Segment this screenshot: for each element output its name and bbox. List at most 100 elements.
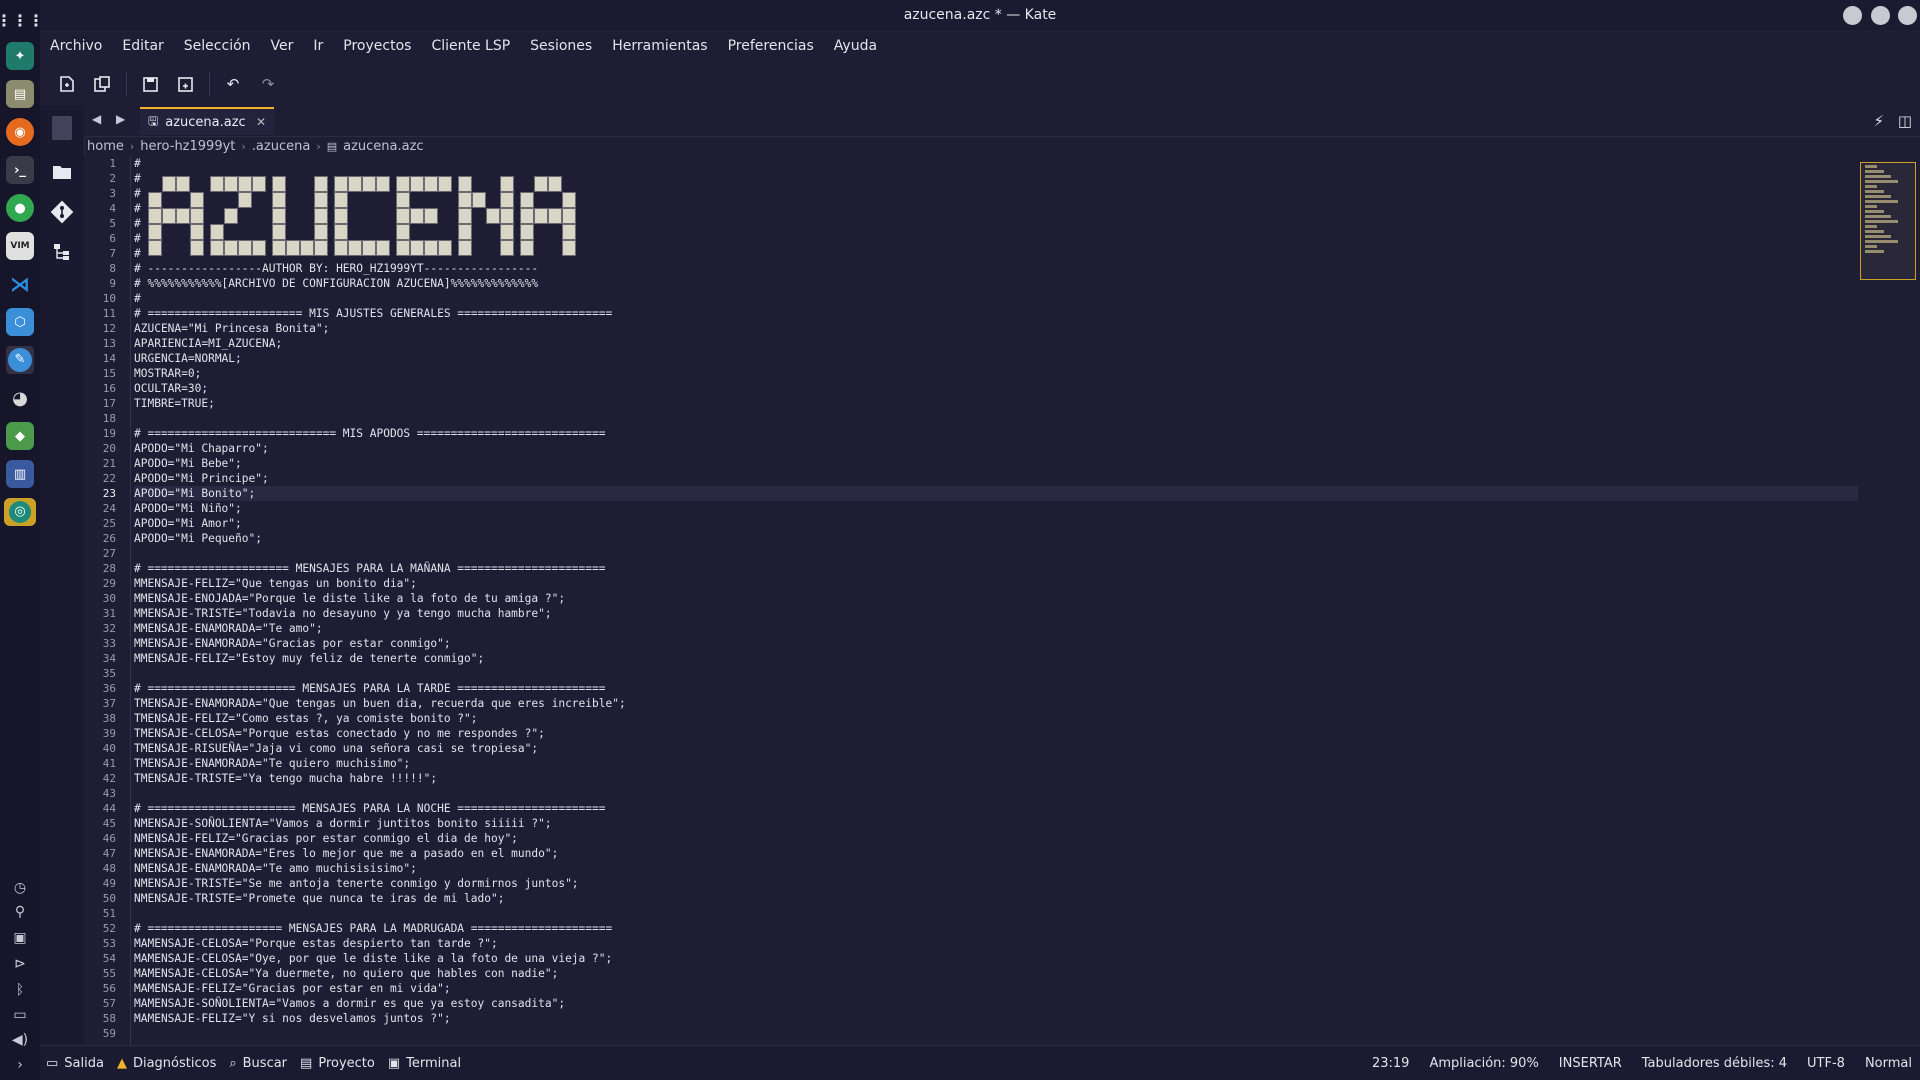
tab-close-icon[interactable]: ✕ [256, 115, 266, 129]
minimap[interactable] [1860, 162, 1916, 280]
menu-ir[interactable]: Ir [313, 38, 323, 54]
zoom-level[interactable]: Ampliación: 90% [1429, 1056, 1538, 1071]
code-line[interactable]: NMENSAJE-TRISTE="Promete que nunca te ir… [134, 891, 1858, 906]
code-line[interactable]: MAMENSAJE-CELOSA="Ya duermete, no quiero… [134, 966, 1858, 981]
code-line[interactable]: NMENSAJE-FELIZ="Gracias por estar conmig… [134, 831, 1858, 846]
code-line[interactable]: APODO="Mi Niño"; [134, 501, 1858, 516]
code-line[interactable]: MAMENSAJE-FELIZ="Y si nos desvelamos jun… [134, 1011, 1858, 1026]
menu-herramientas[interactable]: Herramientas [612, 38, 707, 54]
edit-mode[interactable]: INSERTAR [1559, 1056, 1622, 1071]
code-line[interactable]: MAMENSAJE-CELOSA="Oye, por que le diste … [134, 951, 1858, 966]
quick-action-icon[interactable]: ⚡ [1873, 112, 1884, 130]
code-line[interactable]: MMENSAJE-TRISTE="Todavia no desayuno y y… [134, 606, 1858, 621]
code-line[interactable]: # ===================== MENSAJES PARA LA… [134, 561, 1858, 576]
vim-icon[interactable]: VIM [6, 232, 34, 260]
code-line[interactable]: MAMENSAJE-SOÑOLIENTA="Vamos a dormir es … [134, 996, 1858, 1011]
nav-forward-icon[interactable]: ▶ [116, 112, 125, 126]
code-line[interactable]: MMENSAJE-ENOJADA="Porque le diste like a… [134, 591, 1858, 606]
menu-seleccion[interactable]: Selección [184, 38, 251, 54]
breadcrumb-folder[interactable]: .azucena [252, 139, 311, 154]
code-line[interactable]: TMENSAJE-FELIZ="Como estas ?, ya comiste… [134, 711, 1858, 726]
code-line[interactable]: APARIENCIA=MI_AZUCENA; [134, 336, 1858, 351]
gimp-icon[interactable]: ◕ [6, 384, 34, 412]
code-line[interactable]: APODO="Mi Chaparro"; [134, 441, 1858, 456]
code-line[interactable]: # ====================== MENSAJES PARA L… [134, 801, 1858, 816]
code-line[interactable]: MMENSAJE-ENAMORADA="Gracias por estar co… [134, 636, 1858, 651]
code-line[interactable]: TMENSAJE-CELOSA="Porque estas conectado … [134, 726, 1858, 741]
menu-ver[interactable]: Ver [271, 38, 294, 54]
code-line[interactable]: MMENSAJE-FELIZ="Que tengas un bonito dia… [134, 576, 1858, 591]
terminal-button[interactable]: ▣ Terminal [388, 1056, 461, 1071]
documents-icon[interactable] [48, 114, 76, 142]
code-line[interactable]: MMENSAJE-FELIZ="Estoy muy feliz de tener… [134, 651, 1858, 666]
monitor-icon[interactable]: ▭ [10, 1005, 30, 1025]
encoding[interactable]: UTF-8 [1807, 1056, 1845, 1071]
menu-sesiones[interactable]: Sesiones [530, 38, 592, 54]
kde-connect-icon[interactable]: ✦ [6, 42, 34, 70]
code-line[interactable]: APODO="Mi Principe"; [134, 471, 1858, 486]
music-player-icon[interactable]: ● [6, 194, 34, 222]
cursor-position[interactable]: 23:19 [1372, 1056, 1409, 1071]
filesystem-browser-icon[interactable] [48, 158, 76, 186]
code-area[interactable]: # # # # # # # # -----------------AUTHOR BY: HER… [134, 156, 1858, 1046]
diagnostics-button[interactable]: ▲ Diagnósticos [117, 1056, 216, 1071]
indentation-setting[interactable]: Tabuladores débiles: 4 [1642, 1056, 1787, 1071]
undo-icon[interactable]: ↶ [220, 71, 246, 97]
menu-preferencias[interactable]: Preferencias [728, 38, 814, 54]
menu-ayuda[interactable]: Ayuda [834, 38, 877, 54]
menu-archivo[interactable]: Archivo [50, 38, 102, 54]
minimize-button[interactable] [1843, 6, 1862, 25]
new-file-icon[interactable] [54, 71, 80, 97]
code-line[interactable]: NMENSAJE-SOÑOLIENTA="Vamos a dormir junt… [134, 816, 1858, 831]
document-app-icon[interactable]: ▥ [6, 460, 34, 488]
code-line[interactable]: AZUCENA="Mi Princesa Bonita"; [134, 321, 1858, 336]
clock-icon[interactable]: ◷ [10, 878, 30, 898]
firefox-icon[interactable]: ◉ [6, 118, 34, 146]
menu-proyectos[interactable]: Proyectos [343, 38, 411, 54]
code-line[interactable]: MMENSAJE-ENAMORADA="Te amo"; [134, 621, 1858, 636]
code-line[interactable] [134, 906, 1858, 921]
breadcrumb-file[interactable]: azucena.azc [343, 139, 423, 154]
project-button[interactable]: ▤ Proyecto [300, 1056, 375, 1071]
android-studio-icon[interactable]: ◎ [4, 498, 36, 526]
geogebra-icon[interactable]: ◆ [6, 422, 34, 450]
code-line[interactable]: TMENSAJE-RISUEÑA="Jaja vi como una señor… [134, 741, 1858, 756]
clipboard-icon[interactable]: ▣ [10, 928, 30, 948]
bluetooth-icon[interactable]: ᛒ [10, 980, 30, 1000]
save-all-icon[interactable] [172, 71, 198, 97]
code-editor[interactable]: 1 2 3 4 5 6 7 8 9 10 11 12 13 14 15 16 17 18 19 20 21 22 23 24 2… [84, 156, 1858, 1046]
code-line[interactable] [134, 1026, 1858, 1041]
media-play-icon[interactable]: ⊳ [10, 954, 30, 974]
code-line[interactable]: MOSTRAR=0; [134, 366, 1858, 381]
files-icon[interactable]: ▤ [6, 80, 34, 108]
cube-app-icon[interactable]: ⬡ [6, 308, 34, 336]
code-line[interactable]: TMENSAJE-TRISTE="Ya tengo mucha habre !!… [134, 771, 1858, 786]
redo-icon[interactable]: ↷ [255, 71, 281, 97]
code-line[interactable] [134, 786, 1858, 801]
pin-icon[interactable]: ⚲ [10, 902, 30, 922]
app-grid-icon[interactable]: ⋮⋮⋮ [0, 6, 44, 34]
nav-back-icon[interactable]: ◀ [92, 112, 101, 126]
maximize-button[interactable] [1871, 6, 1890, 25]
code-line[interactable]: TIMBRE=TRUE; [134, 396, 1858, 411]
code-line[interactable]: TMENSAJE-ENAMORADA="Te quiero muchisimo"… [134, 756, 1858, 771]
code-line[interactable]: OCULTAR=30; [134, 381, 1858, 396]
code-line[interactable]: MAMENSAJE-FELIZ="Gracias por estar en mi… [134, 981, 1858, 996]
code-line[interactable]: # ============================ MIS APODO… [134, 426, 1858, 441]
save-icon[interactable] [137, 71, 163, 97]
code-line[interactable] [134, 411, 1858, 426]
output-button[interactable]: ▭ Salida [46, 1056, 104, 1071]
code-line[interactable]: # ==================== MENSAJES PARA LA … [134, 921, 1858, 936]
menu-cliente-lsp[interactable]: Cliente LSP [431, 38, 510, 54]
code-line[interactable]: NMENSAJE-ENAMORADA="Eres lo mejor que me… [134, 846, 1858, 861]
breadcrumb-user[interactable]: hero-hz1999yt [140, 139, 235, 154]
expand-icon[interactable]: › [10, 1055, 30, 1075]
menu-editar[interactable]: Editar [122, 38, 163, 54]
close-window-button[interactable] [1898, 6, 1917, 25]
code-line[interactable]: NMENSAJE-ENAMORADA="Te amo muchisisisimo… [134, 861, 1858, 876]
kate-icon[interactable]: ✎ [6, 346, 34, 374]
code-line[interactable] [134, 666, 1858, 681]
open-file-icon[interactable] [89, 71, 115, 97]
code-line[interactable]: URGENCIA=NORMAL; [134, 351, 1858, 366]
code-line[interactable]: NMENSAJE-TRISTE="Se me antoja tenerte co… [134, 876, 1858, 891]
